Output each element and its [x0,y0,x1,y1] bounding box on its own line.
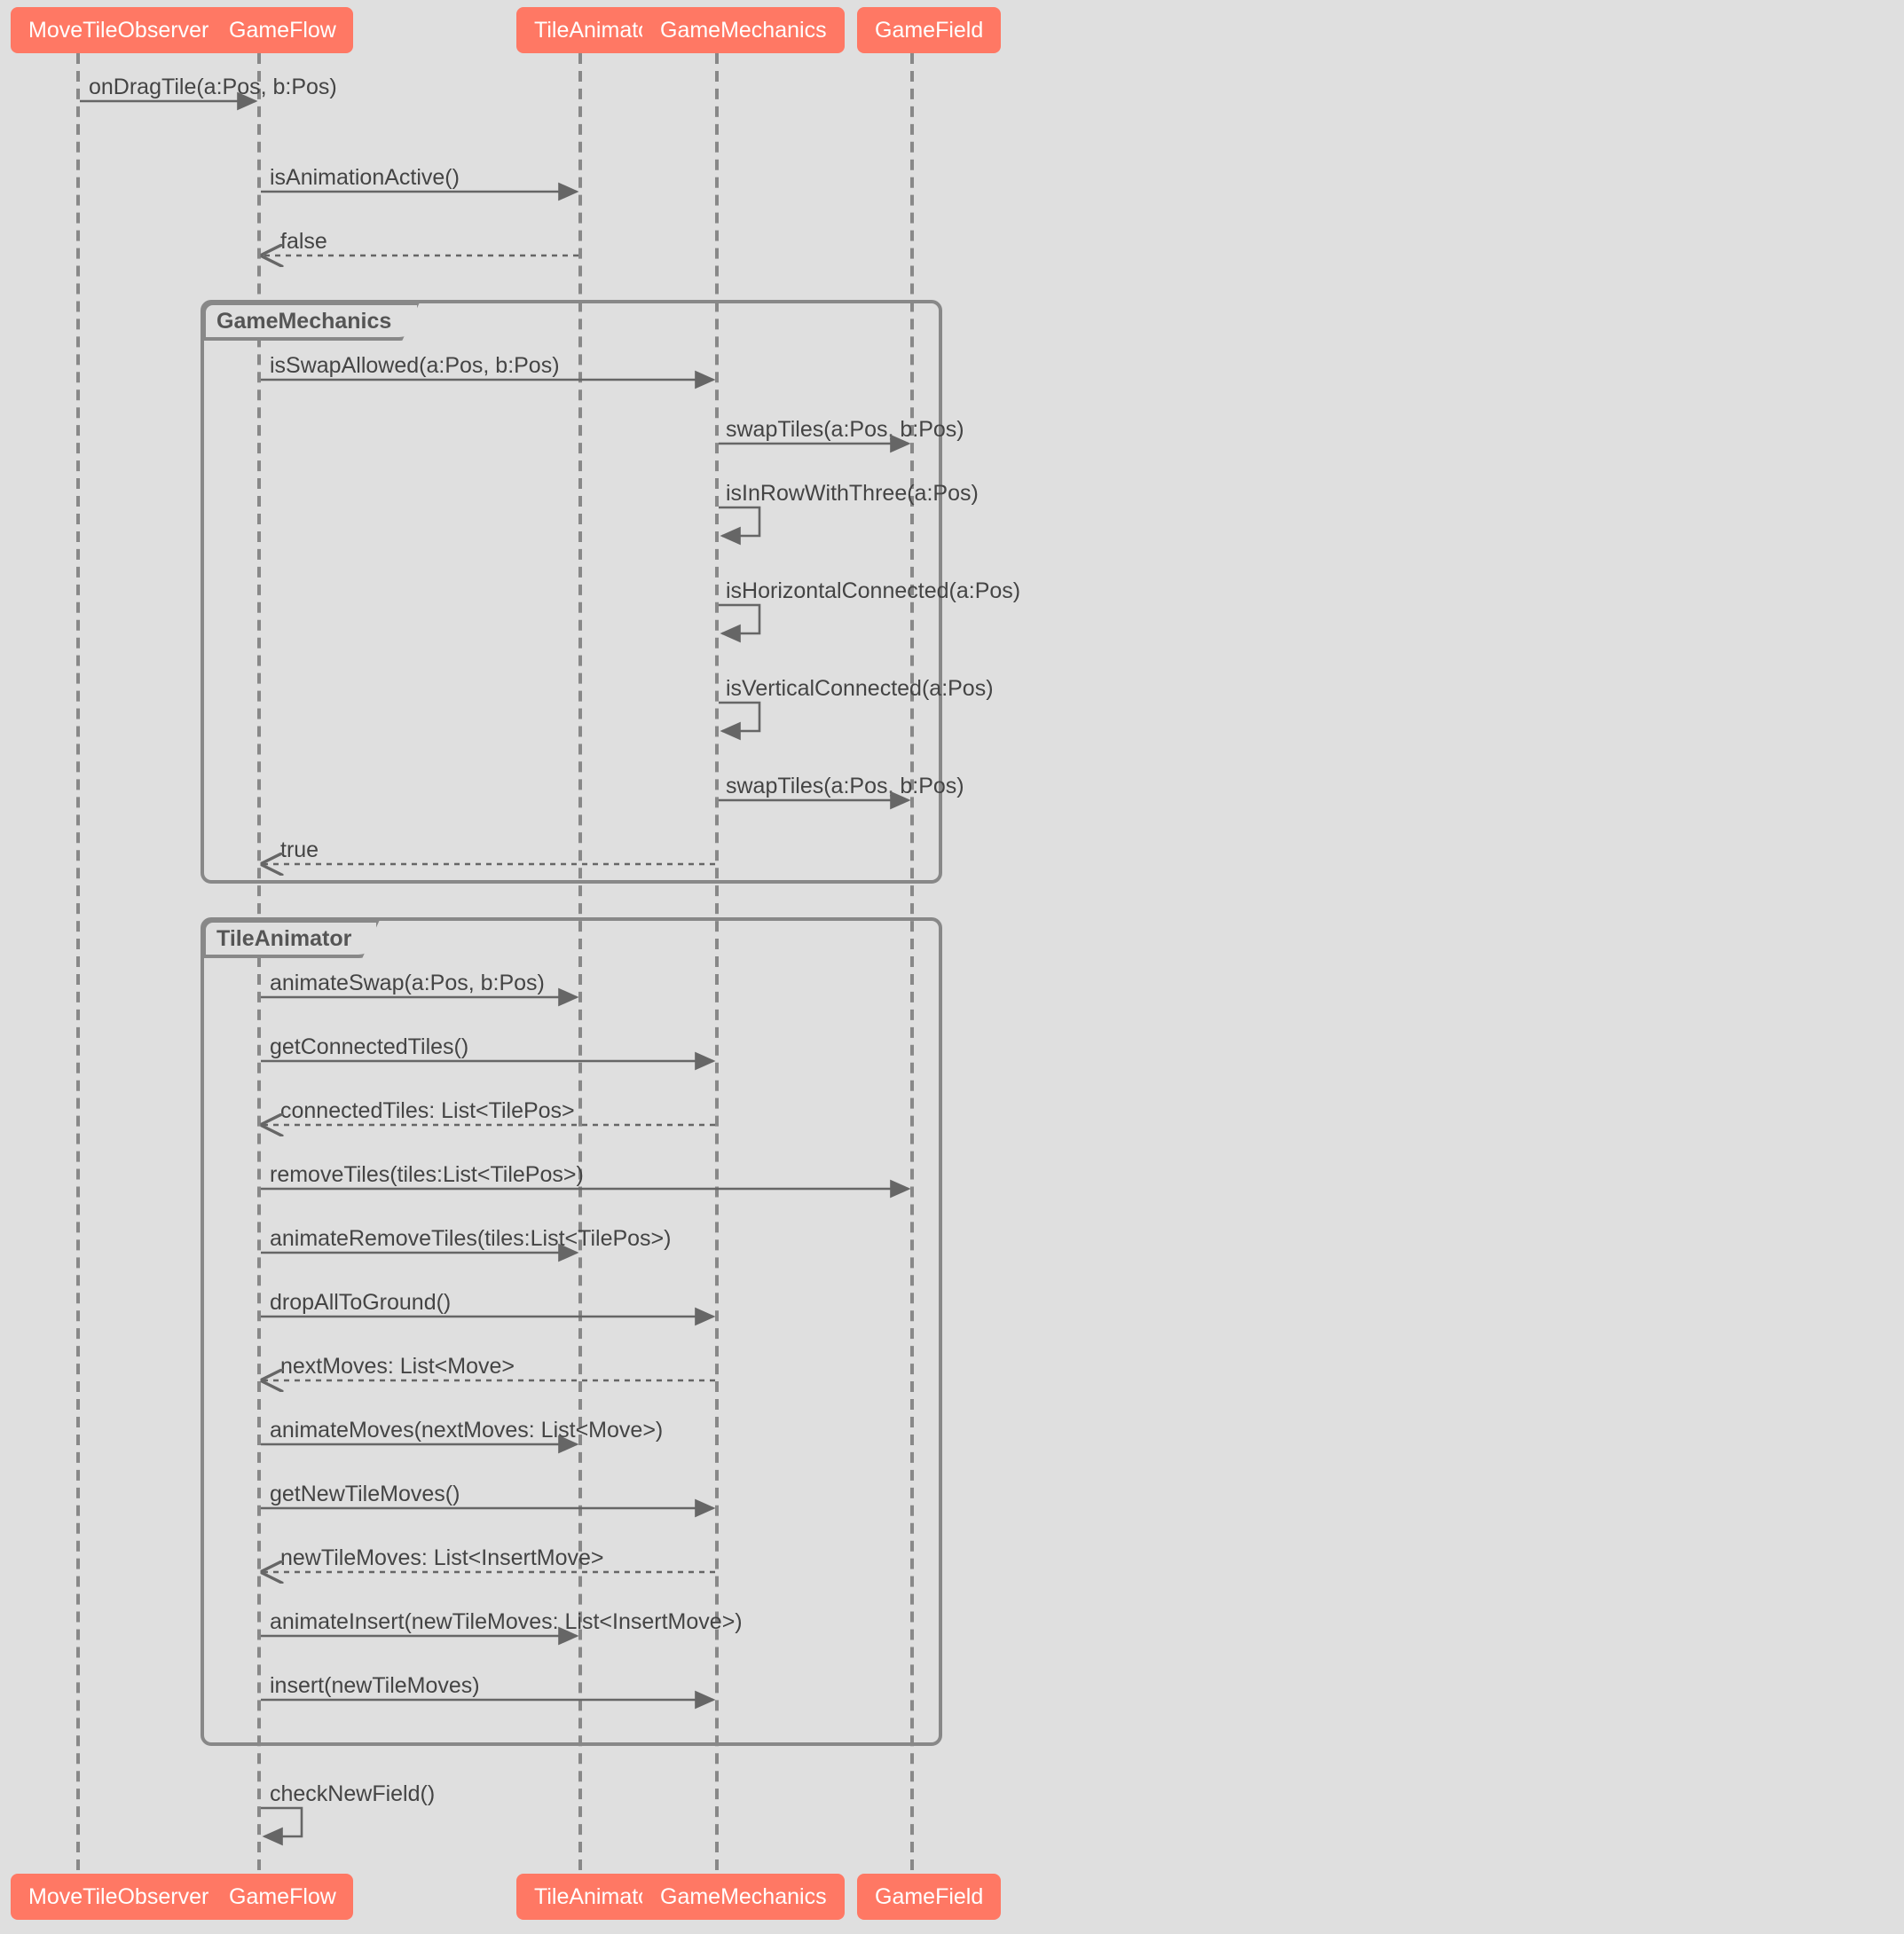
participant-gameflow-top: GameFlow [211,7,354,53]
frame-label-tileanimator: TileAnimator [202,919,380,958]
participant-gameflow-bottom: GameFlow [211,1874,354,1920]
label-onDragTile: onDragTile(a:Pos, b:Pos) [89,75,337,99]
label-isVerticalConnected: isVerticalConnected(a:Pos) [726,676,994,701]
participant-gamemechanics-bottom: GameMechanics [642,1874,845,1920]
label-animateRemoveTiles: animateRemoveTiles(tiles:List<TilePos>) [270,1226,672,1251]
participant-gamemechanics-top: GameMechanics [642,7,845,53]
label-false: false [280,229,327,254]
lifeline-movetileobserver [76,53,80,1870]
sequence-diagram: MoveTileObserver GameFlow TileAnimator G… [0,0,1904,1934]
participant-gamefield-top: GameField [857,7,1001,53]
participant-movetileobserver-bottom: MoveTileObserver [11,1874,226,1920]
participant-gamefield-bottom: GameField [857,1874,1001,1920]
label-nextMoves: nextMoves: List<Move> [280,1354,515,1379]
label-insert: insert(newTileMoves) [270,1673,480,1698]
label-newTileMoves: newTileMoves: List<InsertMove> [280,1545,604,1570]
label-animateSwap: animateSwap(a:Pos, b:Pos) [270,971,545,995]
label-swapTiles-2: swapTiles(a:Pos, b:Pos) [726,774,964,798]
label-removeTiles: removeTiles(tiles:List<TilePos>) [270,1162,584,1187]
label-isAnimationActive: isAnimationActive() [270,165,460,190]
participant-movetileobserver-top: MoveTileObserver [11,7,226,53]
label-isSwapAllowed: isSwapAllowed(a:Pos, b:Pos) [270,353,560,378]
label-dropAllToGround: dropAllToGround() [270,1290,451,1315]
label-getConnectedTiles: getConnectedTiles() [270,1034,468,1059]
label-animateInsert: animateInsert(newTileMoves: List<InsertM… [270,1609,743,1634]
label-checkNewField: checkNewField() [270,1781,435,1806]
label-animateMoves: animateMoves(nextMoves: List<Move>) [270,1418,663,1443]
label-swapTiles-1: swapTiles(a:Pos, b:Pos) [726,417,964,442]
label-connectedTiles: connectedTiles: List<TilePos> [280,1098,575,1123]
label-true: true [280,837,319,862]
label-isInRowWithThree: isInRowWithThree(a:Pos) [726,481,979,506]
label-getNewTileMoves: getNewTileMoves() [270,1482,460,1506]
frame-label-gamemechanics: GameMechanics [202,302,420,341]
label-isHorizontalConnected: isHorizontalConnected(a:Pos) [726,578,1020,603]
